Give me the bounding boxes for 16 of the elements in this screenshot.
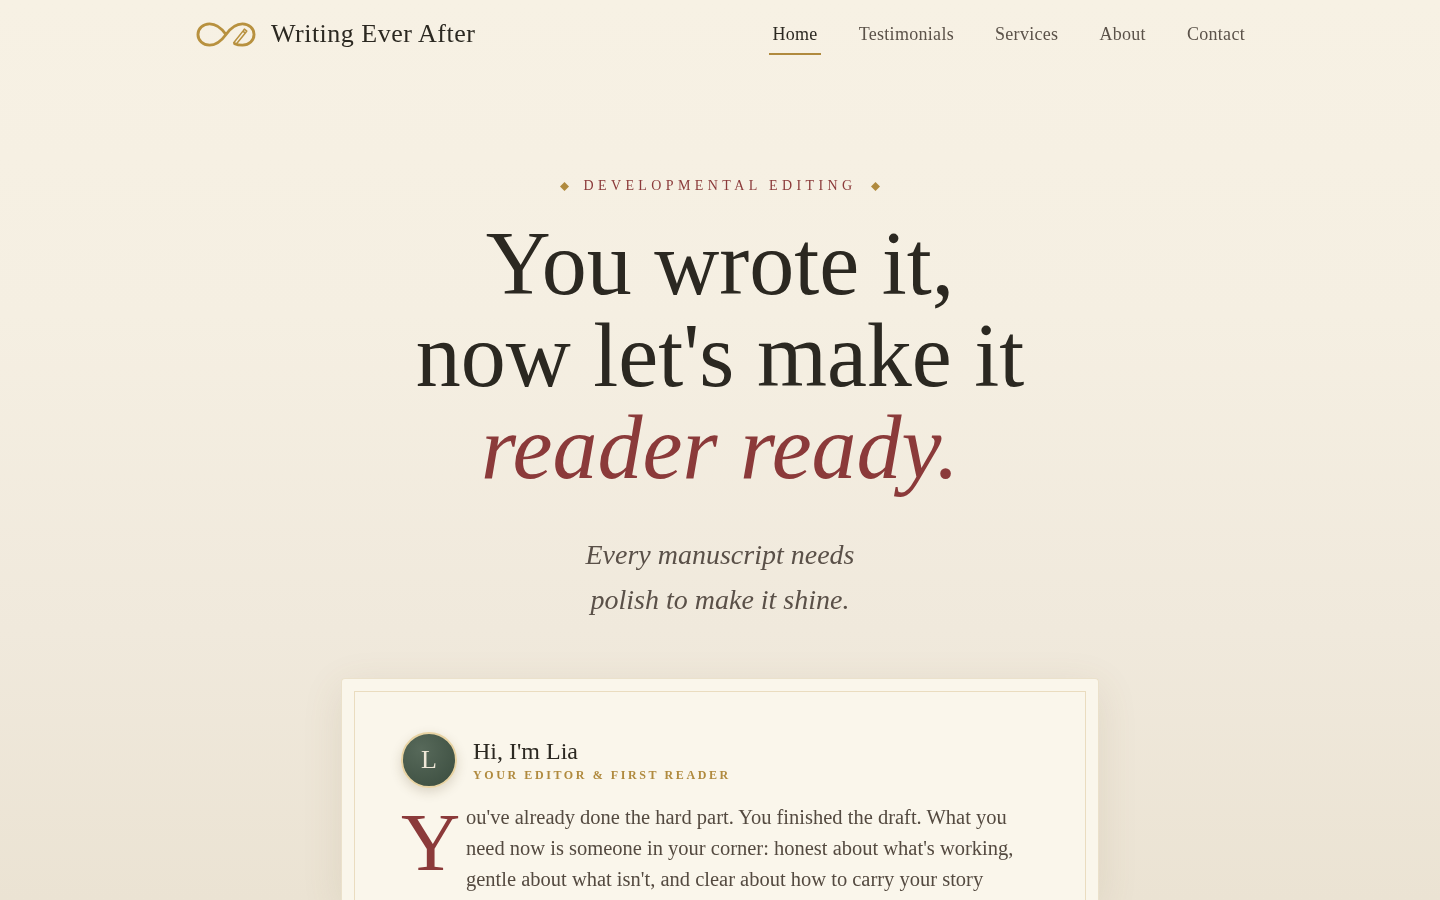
avatar: L	[401, 732, 457, 788]
eyebrow-label: DEVELOPMENTAL EDITING	[583, 177, 858, 195]
hero-subtitle: Every manuscript needs polish to make it shine.	[584, 538, 856, 617]
diamond-icon	[870, 181, 880, 191]
nav-link[interactable]: About	[1096, 23, 1149, 55]
greeting-heading: Hi, I'm Lia	[473, 737, 579, 765]
diamond-icon	[560, 181, 570, 191]
nav-link[interactable]: Services	[992, 23, 1062, 55]
infinity-pen-logo-icon	[195, 19, 257, 49]
drop-cap-letter: Y	[401, 811, 462, 869]
nav-link[interactable]: Testimonials	[855, 23, 957, 55]
role-label: YOUR EDITOR & FIRST READER	[473, 767, 731, 783]
nav-link[interactable]: Contact	[1183, 23, 1248, 55]
site-title[interactable]: Writing Ever After	[271, 19, 476, 49]
intro-paragraph: ou've already done the hard part. You finished the draft. What you need now is someone in your corner: honest about what's working, gentle about what isn't, and clear about how to carry your story	[466, 805, 1015, 893]
nav-link[interactable]: Home	[769, 23, 821, 55]
